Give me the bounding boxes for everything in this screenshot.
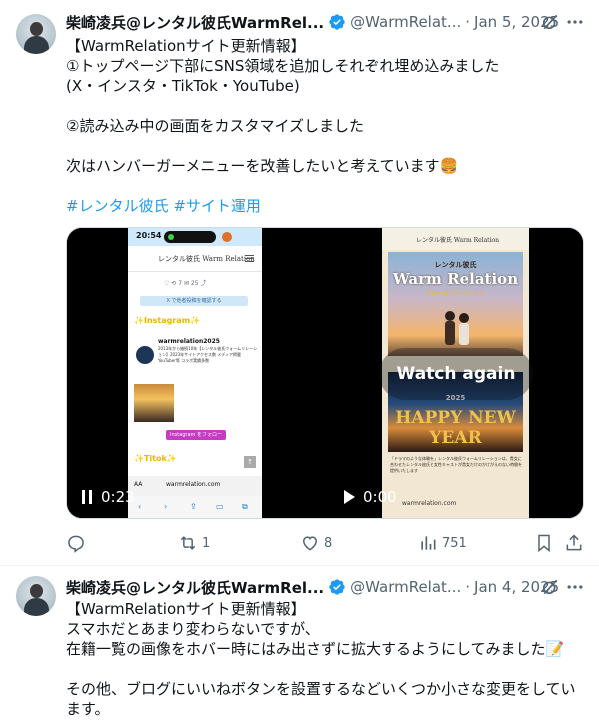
text-line: 在籍一覧の画像をホバー時にはみ出さずに拡大するようにしてみました📝: [66, 640, 565, 658]
text-line: その他、ブログにいいねボタンを設置するなどいくつか小さな変更をしてい: [66, 680, 576, 698]
text-line: ①トップページ下部にSNS領域を追加しそれぞれ埋め込みました: [66, 57, 500, 75]
more-options-icon[interactable]: [565, 12, 585, 32]
site-title: レンタル彼氏 Warm Relation: [158, 255, 255, 263]
instagram-account: warmrelation2025: [158, 338, 220, 345]
author-name[interactable]: 柴崎凌兵@レンタル彼氏WarmRel...: [66, 12, 324, 33]
action-bar: 1 8 751: [66, 532, 586, 554]
text-line: 次はハンバーガーメニューを改善したいと考えています🍔: [66, 157, 459, 175]
video-left[interactable]: 20:54 レンタル彼氏 Warm Relation ♡ ⟲ 7 ✉ 25 ⤴ …: [67, 228, 325, 518]
reply-icon: [68, 535, 84, 553]
text-line: ます。: [66, 700, 110, 718]
tiktok-heading: ✨Titok✨: [134, 454, 177, 463]
instagram-body: 2013年から継続10年【レンタル彼氏ウォームリレーション】2023年サイトアク…: [158, 346, 258, 363]
author-handle[interactable]: @WarmRelat...: [350, 13, 461, 31]
verified-badge-icon: [329, 14, 345, 30]
avatar[interactable]: [16, 576, 56, 616]
instagram-follow-button: Instagram をフォロー: [166, 430, 226, 440]
text-line: ②読み込み中の画面をカスタマイズしました: [66, 117, 364, 135]
media-grid: 20:54 レンタル彼氏 Warm Relation ♡ ⟲ 7 ✉ 25 ⤴ …: [66, 227, 584, 519]
tweet-text: 【WarmRelationサイト更新情報】 スマホだとあまり変わらないですが、 …: [66, 599, 586, 719]
retweet-count: 1: [202, 535, 211, 551]
url-text: warmrelation.com: [166, 481, 221, 488]
hero-kana: ウォームリレーション: [425, 290, 486, 297]
hero-image: レンタル彼氏 Warm Relation ウォームリレーション: [388, 252, 523, 356]
url-text: warmrelation.com: [402, 500, 457, 507]
site-description: 「ドラマのような体験を」レンタル彼氏ウォームリレーションは、貴女に合わせたレンタ…: [390, 456, 522, 473]
bookmark-icon[interactable]: [534, 533, 554, 553]
reader-icon: AA: [134, 481, 143, 488]
site-title: レンタル彼氏 Warm Relation: [416, 237, 499, 244]
retweet-button[interactable]: 1: [178, 532, 210, 554]
video-time: 0:23: [101, 488, 135, 506]
tweet[interactable]: 柴崎凌兵@レンタル彼氏WarmRel... @WarmRelat... · Ja…: [0, 0, 599, 566]
separator-dot: ·: [465, 578, 471, 596]
like-button[interactable]: 8: [300, 532, 332, 554]
hero-title: Warm Relation: [392, 270, 519, 288]
views-count: 751: [442, 535, 467, 551]
video-controls[interactable]: 0:00: [343, 488, 397, 506]
like-count: 8: [324, 535, 333, 551]
tweet-header: 柴崎凌兵@レンタル彼氏WarmRel... @WarmRelat... · Ja…: [66, 11, 586, 33]
tweet[interactable]: 柴崎凌兵@レンタル彼氏WarmRel... @WarmRelat... · Ja…: [0, 566, 599, 720]
ny-text: HAPPY NEW YEAR: [395, 408, 516, 448]
verified-badge-icon: [329, 579, 345, 595]
hamburger-icon: [245, 255, 254, 262]
separator-dot: ·: [465, 13, 471, 31]
tweet-header: 柴崎凌兵@レンタル彼氏WarmRel... @WarmRelat... · Ja…: [66, 576, 586, 598]
video-time: 0:00: [363, 488, 397, 506]
scroll-up-icon: ↑: [244, 456, 256, 468]
hero-subtitle: レンタル彼氏: [434, 261, 477, 269]
video-right[interactable]: レンタル彼氏 Warm Relation レンタル彼氏 Warm Relatio…: [327, 228, 583, 518]
more-options-icon[interactable]: [565, 577, 585, 597]
x-view-button: X で他者投稿を確認する: [140, 296, 248, 306]
reply-button[interactable]: [66, 532, 90, 554]
phone-time: 20:54: [136, 231, 162, 240]
retweet-icon: [180, 536, 196, 550]
heart-icon: [302, 536, 318, 551]
video-controls[interactable]: 0:23: [81, 488, 135, 506]
grok-icon[interactable]: [540, 577, 560, 597]
author-handle[interactable]: @WarmRelat...: [350, 578, 461, 596]
text-line: 【WarmRelationサイト更新情報】: [66, 37, 306, 55]
author-name[interactable]: 柴崎凌兵@レンタル彼氏WarmRel...: [66, 577, 324, 598]
grok-icon[interactable]: [540, 12, 560, 32]
share-icon[interactable]: [564, 533, 584, 553]
views-button[interactable]: 751: [418, 532, 467, 554]
views-icon: [421, 536, 436, 550]
tweet-text: 【WarmRelationサイト更新情報】 ①トップページ下部にSNS領域を追加…: [66, 36, 586, 216]
watch-again-button[interactable]: Watch again: [379, 348, 533, 400]
play-icon[interactable]: [343, 490, 355, 504]
text-line: 【WarmRelationサイト更新情報】: [66, 600, 306, 618]
phone-screenshot: 20:54 レンタル彼氏 Warm Relation ♡ ⟲ 7 ✉ 25 ⤴ …: [128, 228, 262, 518]
mini-actions: ♡ ⟲ 7 ✉ 25 ⤴: [164, 280, 207, 287]
hashtags[interactable]: #レンタル彼氏 #サイト運用: [66, 196, 586, 216]
text-line: (X・インスタ・TikTok・YouTube): [66, 77, 300, 95]
pause-icon[interactable]: [81, 490, 93, 504]
text-line: スマホだとあまり変わらないですが、: [66, 620, 320, 638]
avatar[interactable]: [16, 14, 56, 54]
instagram-avatar: [136, 346, 154, 364]
instagram-image: [134, 384, 174, 422]
instagram-heading: ✨Instagram✨: [134, 316, 200, 325]
